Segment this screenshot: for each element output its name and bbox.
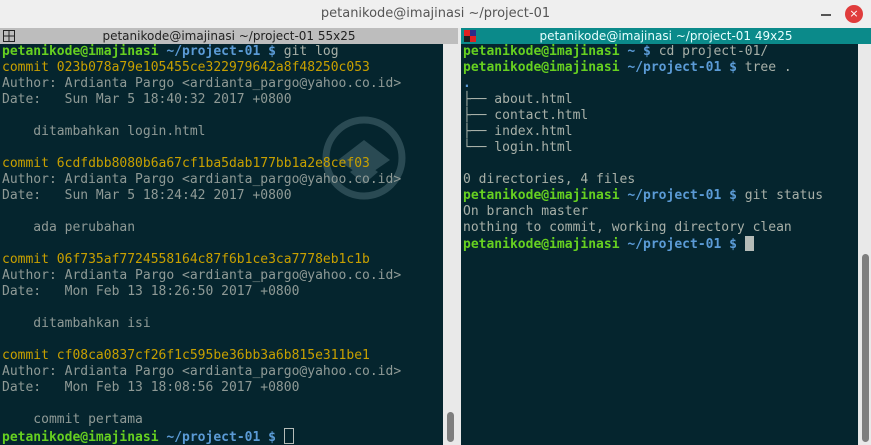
prompt-user: petanikode@imajinasi [463,237,620,252]
prompt-path: ~/project-01 $ [158,44,284,59]
terminal-line: commit 06f735af7724558164c87f6b1ce3ca777… [2,252,370,268]
prompt-path: ~/project-01 $ [158,430,284,445]
terminal-line: Author: Ardianta Pargo <ardianta_pargo@y… [2,76,401,92]
terminal-line: ├── contact.html [463,108,588,124]
terminal-text: commit 06f735af7724558164c87f6b1ce3ca777… [2,252,370,267]
terminal-line: ├── index.html [463,124,573,140]
terminal-text: On branch master [463,204,589,219]
terminal-text: commit cf08ca0837cf26f1c595be36bb3a6b815… [2,348,370,363]
prompt-path: . [463,76,471,91]
terminal-text: ├── about.html [463,92,573,107]
right-terminal[interactable]: petanikode@imajinasi ~ $ cd project-01/p… [461,44,858,445]
terminal-line: Date: Mon Feb 13 18:08:56 2017 +0800 [2,380,299,396]
prompt-user: petanikode@imajinasi [463,60,620,75]
terminal-line: Date: Mon Feb 13 18:26:50 2017 +0800 [2,284,299,300]
terminal-text: Author: Ardianta Pargo <ardianta_pargo@y… [2,76,402,91]
window-titlebar[interactable]: petanikode@imajinasi ~/project-01 × [0,0,871,28]
terminal-line: petanikode@imajinasi ~/project-01 $ git … [2,44,339,60]
prompt-path: ~/project-01 $ [619,237,745,252]
terminal-text: commit 023b078a79e105455ce322979642a8f48… [2,60,370,75]
terminal-line: ditambahkan login.html [2,124,206,140]
terminal-text: ├── contact.html [463,108,589,123]
terminal-text: 0 directories, 4 files [463,172,636,187]
prompt-user: petanikode@imajinasi [463,44,620,59]
left-scrollbar-thumb[interactable] [447,412,454,442]
left-terminal[interactable]: petanikode@imajinasi ~/project-01 $ git … [0,44,443,445]
prompt-path: ~/project-01 $ [619,60,745,75]
terminal-line: Date: Sun Mar 5 18:24:42 2017 +0800 [2,188,292,204]
right-pane-titlebar[interactable]: petanikode@imajinasi ~/project-01 49x25 [461,28,871,44]
terminal-text: commit 6cdfdbb8080b6a67cf1ba5dab177bb1a2… [2,156,370,171]
minimize-button[interactable] [816,2,836,26]
terminal-line: ├── about.html [463,92,573,108]
terminal-window: petanikode@imajinasi ~/project-01 × peta… [0,0,871,445]
terminal-text: git status [744,188,824,203]
left-pane-titlebar[interactable]: petanikode@imajinasi ~/project-01 55x25 [0,28,458,44]
terminal-text: git log [283,44,339,59]
right-scrollbar-thumb[interactable] [862,254,869,442]
prompt-user: petanikode@imajinasi [2,430,159,445]
terminal-line: petanikode@imajinasi ~/project-01 $ [2,428,294,445]
terminal-text: Author: Ardianta Pargo <ardianta_pargo@y… [2,172,402,187]
terminal-line: petanikode@imajinasi ~/project-01 $ tree… [463,60,792,76]
terminal-line: Author: Ardianta Pargo <ardianta_pargo@y… [2,172,401,188]
prompt-path: ~/project-01 $ [619,188,745,203]
close-button[interactable]: × [845,5,863,23]
terminal-text: ada perubahan [2,220,136,235]
terminal-line: commit cf08ca0837cf26f1c595be36bb3a6b815… [2,348,370,364]
left-pane-title: petanikode@imajinasi ~/project-01 55x25 [102,29,356,43]
terminal-text: └── login.html [463,140,573,155]
right-scrollbar[interactable] [858,44,871,445]
terminal-line: commit pertama [2,412,143,428]
terminal-line: 0 directories, 4 files [463,172,635,188]
terminal-line: ada perubahan [2,220,135,236]
prompt-user: petanikode@imajinasi [2,44,159,59]
terminal-text: Date: Sun Mar 5 18:24:42 2017 +0800 [2,188,292,203]
terminal-text: Date: Mon Feb 13 18:26:50 2017 +0800 [2,284,300,299]
prompt-path: ~ $ [619,44,659,59]
window-title: petanikode@imajinasi ~/project-01 [320,6,551,21]
terminal-line: Date: Sun Mar 5 18:40:32 2017 +0800 [2,92,292,108]
prompt-user: petanikode@imajinasi [463,188,620,203]
terminal-text: Author: Ardianta Pargo <ardianta_pargo@y… [2,364,402,379]
terminal-text: ├── index.html [463,124,573,139]
left-scrollbar[interactable] [443,44,458,445]
terminal-text: Author: Ardianta Pargo <ardianta_pargo@y… [2,268,402,283]
terminal-line: Author: Ardianta Pargo <ardianta_pargo@y… [2,268,401,284]
terminal-cursor [744,236,754,251]
terminal-text: commit pertama [2,412,143,427]
terminal-text: nothing to commit, working directory cle… [463,220,792,235]
terminal-line: petanikode@imajinasi ~ $ cd project-01/ [463,44,768,60]
terminal-line: . [463,76,471,92]
terminal-line: ditambahkan isi [2,316,151,332]
terminal-text: ditambahkan isi [2,316,151,331]
terminal-line: └── login.html [463,140,573,156]
terminal-text: ditambahkan login.html [2,124,206,139]
terminal-cursor [283,428,294,444]
terminal-text: Date: Mon Feb 13 18:08:56 2017 +0800 [2,380,300,395]
terminal-text: tree . [744,60,792,75]
terminal-text: Date: Sun Mar 5 18:40:32 2017 +0800 [2,92,292,107]
terminal-line: nothing to commit, working directory cle… [463,220,792,236]
terminal-line: Author: Ardianta Pargo <ardianta_pargo@y… [2,364,401,380]
right-pane-title: petanikode@imajinasi ~/project-01 49x25 [539,29,793,43]
terminal-text: cd project-01/ [658,44,769,59]
terminal-line: petanikode@imajinasi ~/project-01 $ git … [463,188,823,204]
terminal-line: petanikode@imajinasi ~/project-01 $ [463,236,754,252]
terminal-line: commit 6cdfdbb8080b6a67cf1ba5dab177bb1a2… [2,156,370,172]
terminal-line: On branch master [463,204,588,220]
terminal-line: commit 023b078a79e105455ce322979642a8f48… [2,60,370,76]
